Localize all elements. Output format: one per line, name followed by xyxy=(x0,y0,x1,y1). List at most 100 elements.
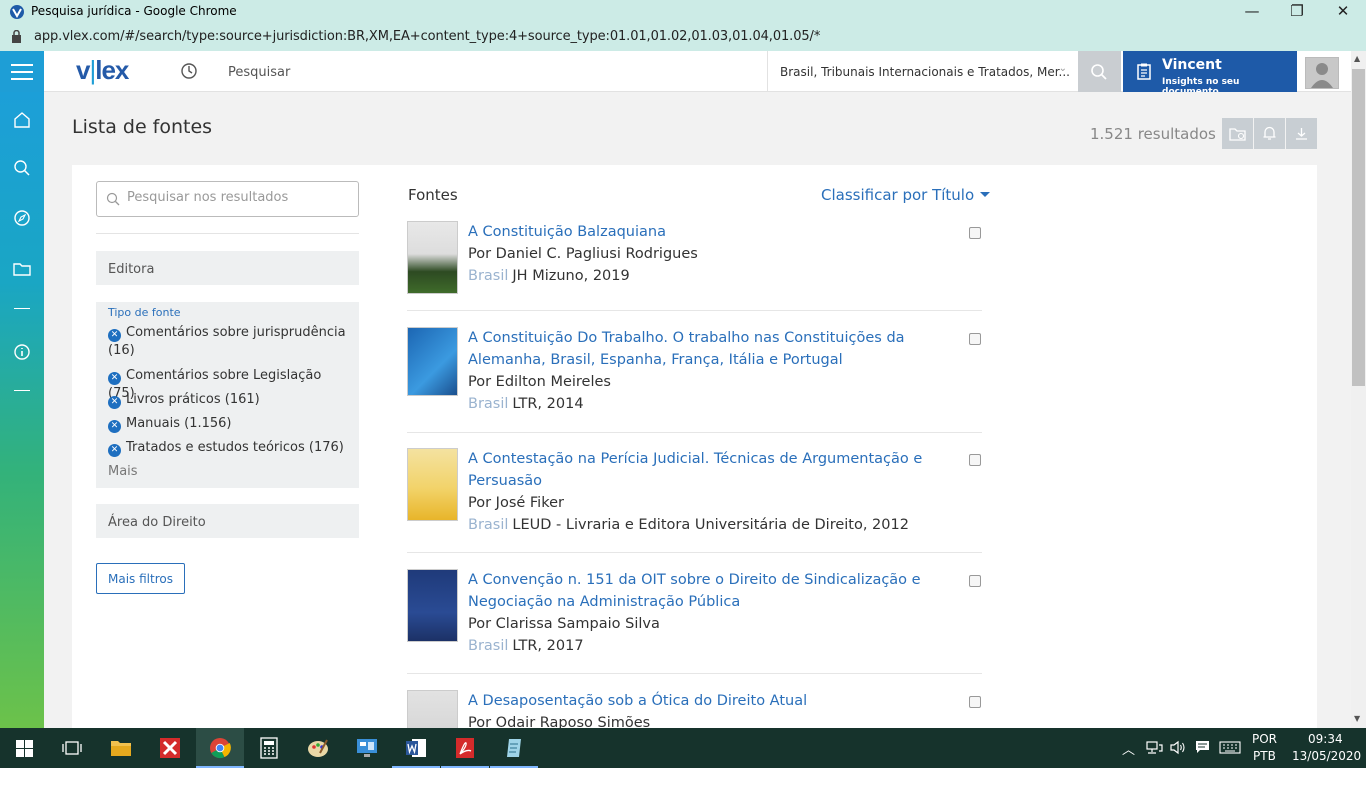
search-icon xyxy=(106,192,120,206)
result-divider xyxy=(407,310,982,311)
book-cover[interactable] xyxy=(407,569,458,642)
scroll-up-icon[interactable]: ▲ xyxy=(1354,54,1360,63)
book-cover[interactable] xyxy=(407,690,458,728)
result-title[interactable]: A Desaposentação sob a Ótica do Direito … xyxy=(468,690,928,712)
facet-item[interactable]: ✕ Comentários sobre jurisprudência (16) xyxy=(108,324,348,360)
facet-item[interactable]: ✕ Tratados e estudos teóricos (176) xyxy=(108,439,348,457)
info-icon[interactable] xyxy=(12,342,32,362)
folder-add-icon xyxy=(1229,128,1246,141)
result-title[interactable]: A Constituição Balzaquiana xyxy=(468,221,928,243)
search-input[interactable] xyxy=(220,59,750,85)
facet-item[interactable]: ✕ Manuais (1.156) xyxy=(108,415,348,433)
vlex-logo[interactable]: v|lex xyxy=(76,55,129,86)
language-bottom[interactable]: PTB xyxy=(1253,749,1276,763)
taskbar-app-x[interactable] xyxy=(146,728,194,768)
taskbar-chrome[interactable] xyxy=(196,728,244,768)
page-scrollbar[interactable]: ▲ ▼ xyxy=(1351,51,1366,728)
result-author: Por Odair Raposo Simões xyxy=(468,715,651,728)
url-text[interactable]: app.vlex.com/#/search/type:source+jurisd… xyxy=(34,29,820,44)
taskbar-paint[interactable] xyxy=(294,728,342,768)
facet-source-type: Tipo de fonte ✕ Comentários sobre jurispr… xyxy=(96,302,359,488)
left-nav xyxy=(0,92,44,728)
download-button[interactable] xyxy=(1286,118,1317,149)
menu-hamburger-icon[interactable] xyxy=(0,51,44,92)
address-bar[interactable]: app.vlex.com/#/search/type:source+jurisd… xyxy=(0,24,1366,51)
notification-chat-icon[interactable] xyxy=(1195,740,1210,755)
jurisdiction-select[interactable]: Brasil, Tribunais Internacionais e Trata… xyxy=(767,51,1077,92)
results-search-box[interactable] xyxy=(96,181,359,217)
select-checkbox[interactable] xyxy=(969,696,981,708)
scrollbar-thumb[interactable] xyxy=(1352,69,1365,386)
remove-filter-icon[interactable]: ✕ xyxy=(108,396,121,409)
result-publisher: LEUD - Livraria e Editora Universitária … xyxy=(512,517,909,533)
app-header: v|lex Brasil, Tribunais Internacionais e… xyxy=(0,51,1351,97)
volume-icon[interactable] xyxy=(1169,740,1187,755)
book-cover[interactable] xyxy=(407,327,458,396)
facet-item[interactable]: ✕ Livros práticos (161) xyxy=(108,391,348,409)
taskbar-calculator[interactable] xyxy=(245,728,293,768)
facet-area-direito[interactable]: Área do Direito xyxy=(96,504,359,538)
book-cover[interactable] xyxy=(407,221,458,294)
taskbar-acrobat[interactable] xyxy=(441,728,489,768)
result-divider xyxy=(407,552,982,553)
remove-filter-icon[interactable]: ✕ xyxy=(108,372,121,385)
remove-filter-icon[interactable]: ✕ xyxy=(108,420,121,433)
main-content: Lista de fontes 1.521 resultados Editora… xyxy=(44,92,1351,728)
taskbar-control-panel[interactable] xyxy=(343,728,391,768)
language-top[interactable]: POR xyxy=(1252,732,1277,746)
restore-icon[interactable]: ❐ xyxy=(1287,2,1307,20)
compass-icon[interactable] xyxy=(12,208,32,228)
clock-time[interactable]: 09:34 xyxy=(1308,732,1343,746)
caret-down-icon xyxy=(980,192,991,197)
remove-filter-icon[interactable]: ✕ xyxy=(108,444,121,457)
result-title[interactable]: A Convenção n. 151 da OIT sobre o Direit… xyxy=(468,569,928,613)
results-search-input[interactable] xyxy=(127,190,347,205)
taskbar-word[interactable] xyxy=(392,728,440,768)
select-checkbox[interactable] xyxy=(969,575,981,587)
scroll-down-icon[interactable]: ▼ xyxy=(1354,714,1360,723)
x-app-icon xyxy=(160,738,180,758)
remove-filter-icon[interactable]: ✕ xyxy=(108,329,121,342)
result-country: Brasil xyxy=(468,517,509,533)
clock-date[interactable]: 13/05/2020 xyxy=(1292,749,1361,763)
result-title[interactable]: A Contestação na Perícia Judicial. Técni… xyxy=(468,448,928,492)
book-cover[interactable] xyxy=(407,448,458,521)
result-author: Por Clarissa Sampaio Silva xyxy=(468,616,660,632)
word-icon xyxy=(406,739,426,757)
facet-editora[interactable]: Editora xyxy=(96,251,359,285)
window-titlebar: Pesquisa jurídica - Google Chrome — ❐ ✕ xyxy=(0,0,1366,24)
result-country: Brasil xyxy=(468,268,509,284)
minimize-icon[interactable]: — xyxy=(1242,2,1262,20)
taskbar-notepad[interactable] xyxy=(490,728,538,768)
select-checkbox[interactable] xyxy=(969,454,981,466)
search-button[interactable] xyxy=(1078,51,1121,92)
task-view-button[interactable] xyxy=(48,728,96,768)
tray-chevron-up-icon[interactable]: ︿ xyxy=(1122,739,1135,758)
close-icon[interactable]: ✕ xyxy=(1333,2,1353,20)
folder-icon[interactable] xyxy=(12,259,32,279)
start-button[interactable] xyxy=(0,728,48,768)
select-checkbox[interactable] xyxy=(969,227,981,239)
result-publisher: JH Mizuno, 2019 xyxy=(512,268,630,284)
sort-dropdown[interactable]: Classificar por Título xyxy=(821,186,991,204)
task-view-icon xyxy=(62,741,82,755)
save-folder-button[interactable] xyxy=(1222,118,1253,149)
result-title[interactable]: A Constituição Do Trabalho. O trabalho n… xyxy=(468,327,928,371)
more-filters-button[interactable]: Mais filtros xyxy=(96,563,185,594)
vincent-button[interactable]: Vincent Insights no seu documento xyxy=(1123,51,1297,97)
network-icon[interactable] xyxy=(1145,741,1163,755)
palette-icon xyxy=(308,739,328,757)
select-checkbox[interactable] xyxy=(969,333,981,345)
facet-more-link[interactable]: Mais xyxy=(108,464,138,479)
document-icon xyxy=(1137,63,1151,80)
chevron-down-icon: ⌄ xyxy=(1058,63,1067,74)
search-nav-icon[interactable] xyxy=(12,158,32,178)
home-icon[interactable] xyxy=(12,110,32,130)
chrome-icon xyxy=(210,738,231,759)
keyboard-icon[interactable] xyxy=(1219,741,1241,754)
avatar[interactable] xyxy=(1305,57,1339,89)
taskbar-file-explorer[interactable] xyxy=(97,728,145,768)
history-icon[interactable] xyxy=(180,62,198,80)
results-count: 1.521 resultados xyxy=(1090,125,1216,143)
alert-button[interactable] xyxy=(1254,118,1285,149)
